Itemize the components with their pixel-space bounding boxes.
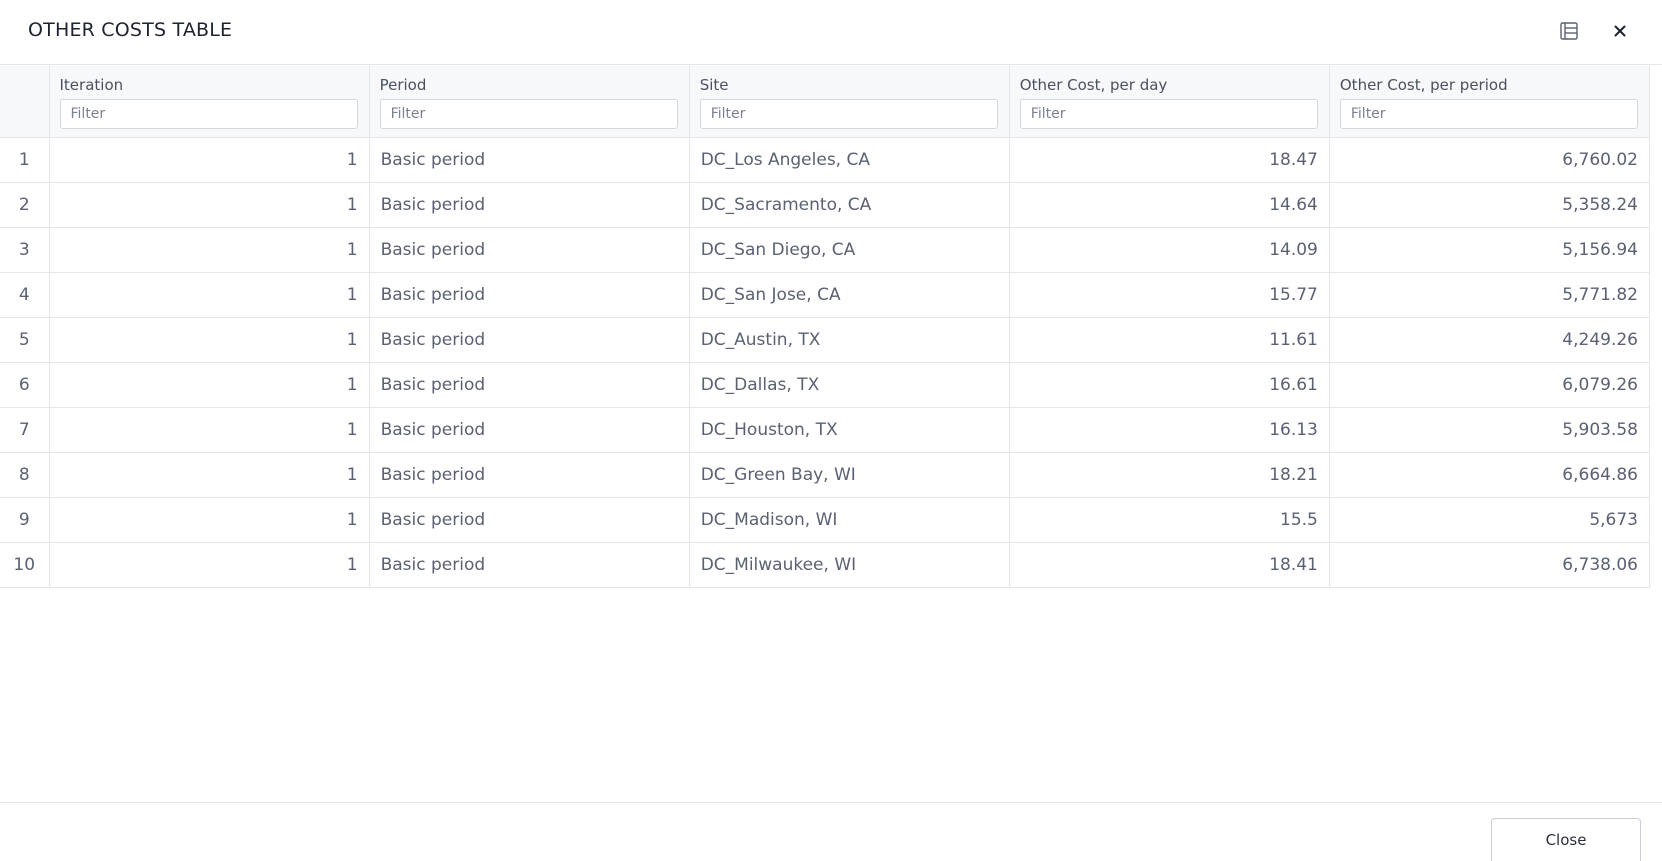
filter-input-site[interactable] [699, 99, 998, 129]
dialog-footer [0, 802, 1662, 861]
cell-cost-per-day[interactable]: 18.21 [1008, 451, 1330, 498]
cell-iteration[interactable]: 1 [48, 181, 370, 228]
table-row[interactable]: 3 1 Basic period DC_San Diego, CA 14.09 … [0, 226, 1651, 273]
table-row[interactable]: 6 1 Basic period DC_Dallas, TX 16.61 6,0… [0, 361, 1651, 408]
columns-toggle-button[interactable] [1554, 16, 1584, 46]
table-row[interactable]: 10 1 Basic period DC_Milwaukee, WI 18.41… [0, 541, 1651, 588]
cell-iteration[interactable]: 1 [48, 136, 370, 183]
cell-cost-per-day[interactable]: 16.61 [1008, 361, 1330, 408]
row-number: 4 [0, 271, 50, 318]
cell-cost-per-period[interactable]: 5,903.58 [1328, 406, 1651, 453]
cell-cost-per-day[interactable]: 14.64 [1008, 181, 1330, 228]
cell-site[interactable]: DC_Dallas, TX [688, 361, 1010, 408]
row-number: 9 [0, 496, 50, 543]
row-number: 5 [0, 316, 50, 363]
column-title-cost-per-day[interactable]: Other Cost, per day [1020, 76, 1319, 94]
cell-period[interactable]: Basic period [368, 541, 690, 588]
cell-site[interactable]: DC_San Jose, CA [688, 271, 1010, 318]
other-costs-dialog: OTHER COSTS TABLE Iteration Filter Perio… [0, 0, 1662, 861]
table-row[interactable]: 8 1 Basic period DC_Green Bay, WI 18.21 … [0, 451, 1651, 498]
table-row[interactable]: 2 1 Basic period DC_Sacramento, CA 14.64… [0, 181, 1651, 228]
table-row[interactable]: 9 1 Basic period DC_Madison, WI 15.5 5,6… [0, 496, 1651, 543]
cell-cost-per-period[interactable]: 6,738.06 [1328, 541, 1651, 588]
cell-cost-per-period[interactable]: 5,673 [1328, 496, 1651, 543]
row-number: 1 [0, 136, 50, 183]
cell-cost-per-period[interactable]: 4,249.26 [1328, 316, 1651, 363]
close-icon [1614, 25, 1626, 37]
cell-site[interactable]: DC_Houston, TX [688, 406, 1010, 453]
cell-iteration[interactable]: 1 [48, 541, 370, 588]
cell-site[interactable]: DC_Milwaukee, WI [688, 541, 1010, 588]
costs-grid: Iteration Period Site Other Cost, per da… [0, 66, 1652, 588]
table-row[interactable]: 1 1 Basic period DC_Los Angeles, CA 18.4… [0, 136, 1651, 183]
filter-input-cost-per-day[interactable] [1019, 99, 1318, 129]
row-number: 6 [0, 361, 50, 408]
cell-cost-per-period[interactable]: 6,079.26 [1328, 361, 1651, 408]
cell-iteration[interactable]: 1 [48, 406, 370, 453]
cell-cost-per-day[interactable]: 11.61 [1008, 316, 1330, 363]
cell-iteration[interactable]: 1 [48, 361, 370, 408]
cell-site[interactable]: DC_Madison, WI [688, 496, 1010, 543]
cell-iteration[interactable]: 1 [48, 271, 370, 318]
column-header-period: Period [368, 66, 690, 138]
row-number: 2 [0, 181, 50, 228]
filter-input-period[interactable] [379, 99, 678, 129]
cell-period[interactable]: Basic period [368, 136, 690, 183]
costs-table: Iteration Period Site Other Cost, per da… [0, 66, 1651, 588]
filter-input-cost-per-period[interactable] [1339, 99, 1638, 129]
cell-iteration[interactable]: 1 [48, 496, 370, 543]
column-title-iteration[interactable]: Iteration [60, 76, 359, 94]
cell-period[interactable]: Basic period [368, 181, 690, 228]
cell-site[interactable]: DC_Sacramento, CA [688, 181, 1010, 228]
cell-cost-per-period[interactable]: 6,760.02 [1328, 136, 1651, 183]
cell-iteration[interactable]: 1 [48, 226, 370, 273]
cell-site[interactable]: DC_San Diego, CA [688, 226, 1010, 273]
cell-cost-per-day[interactable]: 15.77 [1008, 271, 1330, 318]
cell-iteration[interactable]: 1 [48, 316, 370, 363]
cell-period[interactable]: Basic period [368, 361, 690, 408]
cell-cost-per-day[interactable]: 18.41 [1008, 541, 1330, 588]
cell-cost-per-day[interactable]: 18.47 [1008, 136, 1330, 183]
cell-period[interactable]: Basic period [368, 496, 690, 543]
table-row[interactable]: 7 1 Basic period DC_Houston, TX 16.13 5,… [0, 406, 1651, 453]
cell-period[interactable]: Basic period [368, 406, 690, 453]
cell-site[interactable]: DC_Austin, TX [688, 316, 1010, 363]
cell-period[interactable]: Basic period [368, 316, 690, 363]
dialog-header: OTHER COSTS TABLE [0, 0, 1662, 65]
cell-site[interactable]: DC_Los Angeles, CA [688, 136, 1010, 183]
cell-cost-per-period[interactable]: 5,156.94 [1328, 226, 1651, 273]
row-number-header [0, 66, 50, 138]
table-row[interactable]: 4 1 Basic period DC_San Jose, CA 15.77 5… [0, 271, 1651, 318]
cell-period[interactable]: Basic period [368, 226, 690, 273]
close-button[interactable]: Close [1491, 818, 1641, 861]
cell-period[interactable]: Basic period [368, 451, 690, 498]
column-title-site[interactable]: Site [700, 76, 999, 94]
column-header-site: Site [688, 66, 1010, 138]
filter-input-iteration[interactable] [59, 99, 358, 129]
cell-period[interactable]: Basic period [368, 271, 690, 318]
cell-cost-per-day[interactable]: 14.09 [1008, 226, 1330, 273]
column-title-period[interactable]: Period [380, 76, 679, 94]
close-dialog-button[interactable] [1605, 16, 1635, 46]
columns-icon [1560, 22, 1578, 40]
cell-iteration[interactable]: 1 [48, 451, 370, 498]
table-row[interactable]: 5 1 Basic period DC_Austin, TX 11.61 4,2… [0, 316, 1651, 363]
row-number: 3 [0, 226, 50, 273]
cell-cost-per-day[interactable]: 16.13 [1008, 406, 1330, 453]
cell-cost-per-period[interactable]: 5,771.82 [1328, 271, 1651, 318]
row-number: 8 [0, 451, 50, 498]
dialog-title: OTHER COSTS TABLE [28, 19, 233, 41]
row-number: 10 [0, 541, 50, 588]
header-row: Iteration Period Site Other Cost, per da… [0, 66, 1651, 138]
column-title-cost-per-period[interactable]: Other Cost, per period [1340, 76, 1639, 94]
cell-cost-per-period[interactable]: 6,664.86 [1328, 451, 1651, 498]
column-header-cost-per-day: Other Cost, per day [1008, 66, 1330, 138]
cell-site[interactable]: DC_Green Bay, WI [688, 451, 1010, 498]
cell-cost-per-period[interactable]: 5,358.24 [1328, 181, 1651, 228]
row-number: 7 [0, 406, 50, 453]
column-header-cost-per-period: Other Cost, per period [1328, 66, 1651, 138]
column-header-iteration: Iteration [48, 66, 370, 138]
cell-cost-per-day[interactable]: 15.5 [1008, 496, 1330, 543]
